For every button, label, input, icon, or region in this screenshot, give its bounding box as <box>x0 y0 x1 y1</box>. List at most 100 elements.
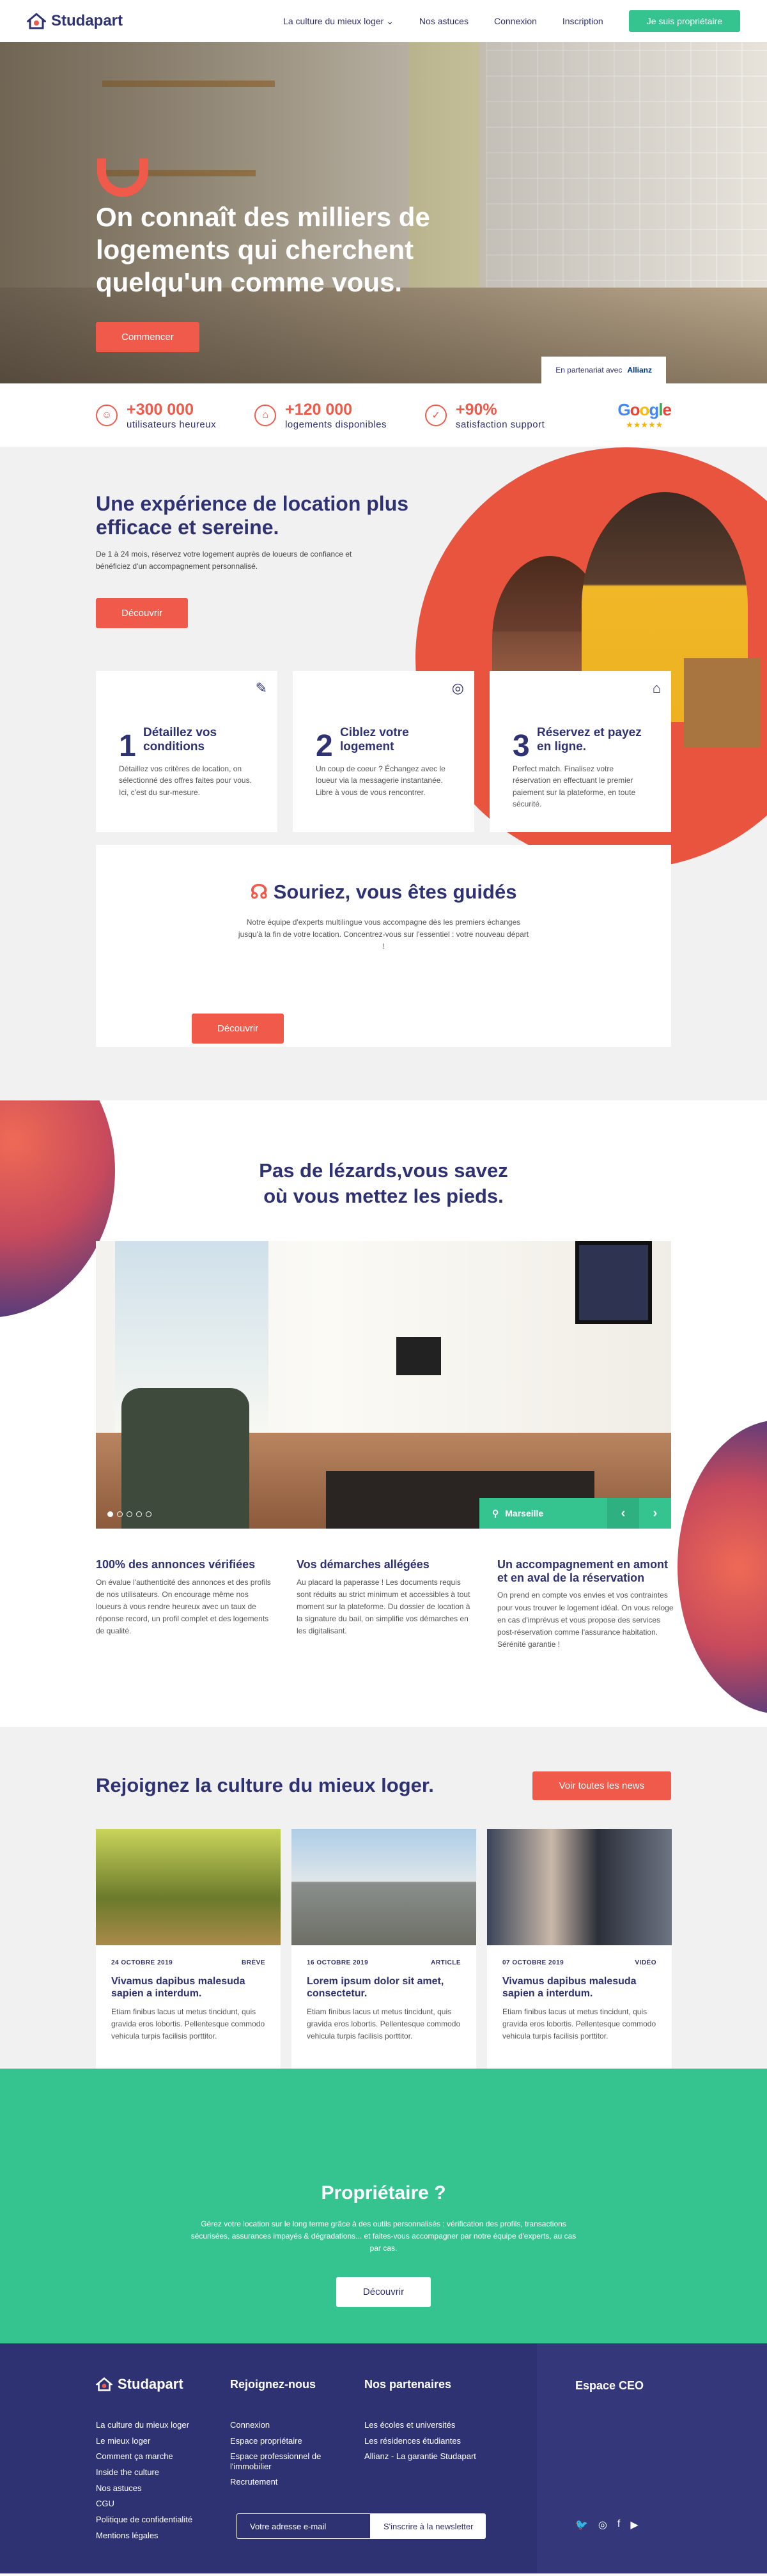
news-card-title: Vivamus dapibus malesuda sapien a interd… <box>111 1976 245 2000</box>
footer-link[interactable]: Espace professionnel de l'immobilier <box>230 2449 332 2474</box>
feature-title: Vos démarches allégées <box>297 1558 430 1571</box>
step-title: Ciblez votre logement <box>340 726 409 753</box>
start-button[interactable]: Commencer <box>96 322 199 352</box>
photo-bag <box>684 658 761 748</box>
footer-link[interactable]: Connexion <box>230 2418 332 2433</box>
twitter-icon[interactable]: 🐦 <box>575 2518 588 2531</box>
partner-badge: En partenariat avec Allianz <box>541 357 666 383</box>
house-icon: ⌂ <box>254 404 277 426</box>
news-card[interactable]: 07 OCTOBRE 2019 VIDÉO Vivamus dapibus mal… <box>487 1829 672 2091</box>
footer-heading: Nos partenaires <box>364 2377 452 2391</box>
location-pin-icon: ⚲ <box>492 1508 499 1518</box>
carousel-dot[interactable] <box>107 1511 113 1517</box>
news-image <box>291 1829 476 1945</box>
news-image <box>487 1829 672 1945</box>
leaf-decoration <box>678 1420 767 1714</box>
allianz-logo: Allianz <box>627 366 652 374</box>
stats-bar: ☺ +300 000 utilisateurs heureux ⌂ +120 00… <box>0 383 767 447</box>
news-tag: ARTICLE <box>431 1959 461 1966</box>
feature: Un accompagnement en amont et en aval de… <box>497 1558 676 1651</box>
trust-section: Pas de lézards,vous savez où vous mettez … <box>0 1100 767 1727</box>
step-number: 1 <box>119 729 136 763</box>
photo-chair <box>121 1388 249 1529</box>
news-tag: BRÈVE <box>242 1959 265 1966</box>
news-image <box>96 1829 281 1945</box>
carousel-dot[interactable] <box>136 1511 142 1517</box>
photo-painting <box>575 1241 652 1324</box>
news-date: 07 OCTOBRE 2019 <box>502 1959 564 1966</box>
newsletter-email-input[interactable] <box>236 2513 371 2539</box>
footer-link[interactable]: Allianz - La garantie Studapart <box>364 2449 492 2465</box>
footer-link[interactable]: Politique de confidentialité <box>96 2512 198 2528</box>
news-card-title: Vivamus dapibus malesuda sapien a interd… <box>502 1976 637 2000</box>
step-number: 2 <box>316 729 333 763</box>
hero: On connaît des milliers de logements qui… <box>0 42 767 383</box>
footer-link[interactable]: Recrutement <box>230 2474 332 2490</box>
footer-link[interactable]: Comment ça marche <box>96 2449 198 2465</box>
news-date: 24 OCTOBRE 2019 <box>111 1959 173 1966</box>
footer-link[interactable]: Les écoles et universités <box>364 2418 492 2433</box>
google-rating: Google ★★★★★ <box>617 400 672 430</box>
feature-desc: Au placard la paperasse ! Les documents … <box>297 1577 470 1636</box>
feature-title: 100% des annonces vérifiées <box>96 1558 256 1571</box>
city-bar: ⚲ Marseille ‹ › <box>479 1498 671 1529</box>
owner-button[interactable]: Je suis propriétaire <box>628 10 740 32</box>
footer-logo[interactable]: Studapart <box>96 2375 198 2393</box>
logo[interactable]: Studapart <box>27 12 123 30</box>
owner-title: Propriétaire ? <box>321 2182 446 2203</box>
news-card-desc: Etiam finibus lacus ut metus tincidunt, … <box>111 2007 265 2040</box>
ceo-panel: Espace CEO 🐦 ◎ f ▶ <box>537 2343 767 2573</box>
footer-link[interactable]: Inside the culture <box>96 2465 198 2481</box>
newsletter-form: S'inscrire à la newsletter <box>236 2513 486 2539</box>
nav-culture[interactable]: La culture du mieux loger ⌄ <box>283 16 394 27</box>
news-tag: VIDÉO <box>635 1959 656 1966</box>
news-card[interactable]: 16 OCTOBRE 2019 ARTICLE Lorem ipsum dolor… <box>291 1829 476 2091</box>
step-desc: Un coup de coeur ? Échangez avec le loue… <box>316 764 445 797</box>
nav-connexion[interactable]: Connexion <box>494 16 537 26</box>
nav-astuces[interactable]: Nos astuces <box>419 16 469 26</box>
step-desc: Détaillez vos critères de location, on s… <box>119 764 252 797</box>
youtube-icon[interactable]: ▶ <box>630 2518 638 2531</box>
nav-inscription[interactable]: Inscription <box>562 16 603 26</box>
stat-label: utilisateurs heureux <box>127 419 217 430</box>
experience-section: Une expérience de location plus efficace… <box>0 447 767 1100</box>
footer-link[interactable]: Mentions légales <box>96 2528 198 2544</box>
carousel-dot[interactable] <box>127 1511 132 1517</box>
news-card-desc: Etiam finibus lacus ut metus tincidunt, … <box>307 2007 461 2040</box>
stat-number: +120 000 <box>285 400 353 419</box>
experience-subtitle: De 1 à 24 mois, réservez votre logement … <box>96 550 352 571</box>
pen-icon: ✎ <box>255 680 267 696</box>
news-card-desc: Etiam finibus lacus ut metus tincidunt, … <box>502 2007 656 2040</box>
next-arrow-icon[interactable]: › <box>639 1498 671 1529</box>
footer-link[interactable]: La culture du mieux loger <box>96 2418 198 2433</box>
stat-housing: ⌂ +120 000 logements disponibles <box>254 401 387 430</box>
ceo-link[interactable]: Espace CEO <box>575 2379 767 2393</box>
guide-discover-button[interactable]: Découvrir <box>192 1014 284 1044</box>
news-date: 16 OCTOBRE 2019 <box>307 1959 369 1966</box>
all-news-button[interactable]: Voir toutes les news <box>532 1771 671 1800</box>
news-title: Rejoignez la culture du mieux loger. <box>96 1774 434 1796</box>
footer-link[interactable]: CGU <box>96 2496 198 2512</box>
apartment-carousel[interactable]: ⚲ Marseille ‹ › <box>96 1241 671 1529</box>
carousel-dot[interactable] <box>117 1511 123 1517</box>
prev-arrow-icon[interactable]: ‹ <box>607 1498 639 1529</box>
feature: 100% des annonces vérifiées On évalue l'… <box>96 1558 275 1651</box>
footer-link[interactable]: Les résidences étudiantes <box>364 2433 492 2449</box>
newsletter-submit-button[interactable]: S'inscrire à la newsletter <box>371 2513 486 2539</box>
instagram-icon[interactable]: ◎ <box>598 2518 607 2531</box>
hero-title: On connaît des milliers de logements qui… <box>96 202 430 298</box>
news-section: Rejoignez la culture du mieux loger. Voi… <box>0 1727 767 2091</box>
news-list: 24 OCTOBRE 2019 BRÈVE Vivamus dapibus mal… <box>96 1829 672 2091</box>
carousel-dot[interactable] <box>146 1511 151 1517</box>
discover-button[interactable]: Découvrir <box>96 598 189 628</box>
guide-title: ☊ Souriez, vous êtes guidés <box>250 881 517 903</box>
house-logo-icon <box>27 13 46 29</box>
footer-link[interactable]: Le mieux loger <box>96 2433 198 2449</box>
footer-link[interactable]: Nos astuces <box>96 2481 198 2497</box>
facebook-icon[interactable]: f <box>617 2518 620 2531</box>
footer-main: Studapart La culture du mieux loger Le m… <box>0 2343 537 2573</box>
footer-link[interactable]: Espace propriétaire <box>230 2433 332 2449</box>
owner-discover-button[interactable]: Découvrir <box>336 2276 431 2307</box>
steps: ✎ 1 Détaillez vos conditions Détaillez v… <box>96 671 671 832</box>
news-card[interactable]: 24 OCTOBRE 2019 BRÈVE Vivamus dapibus mal… <box>96 1829 281 2091</box>
